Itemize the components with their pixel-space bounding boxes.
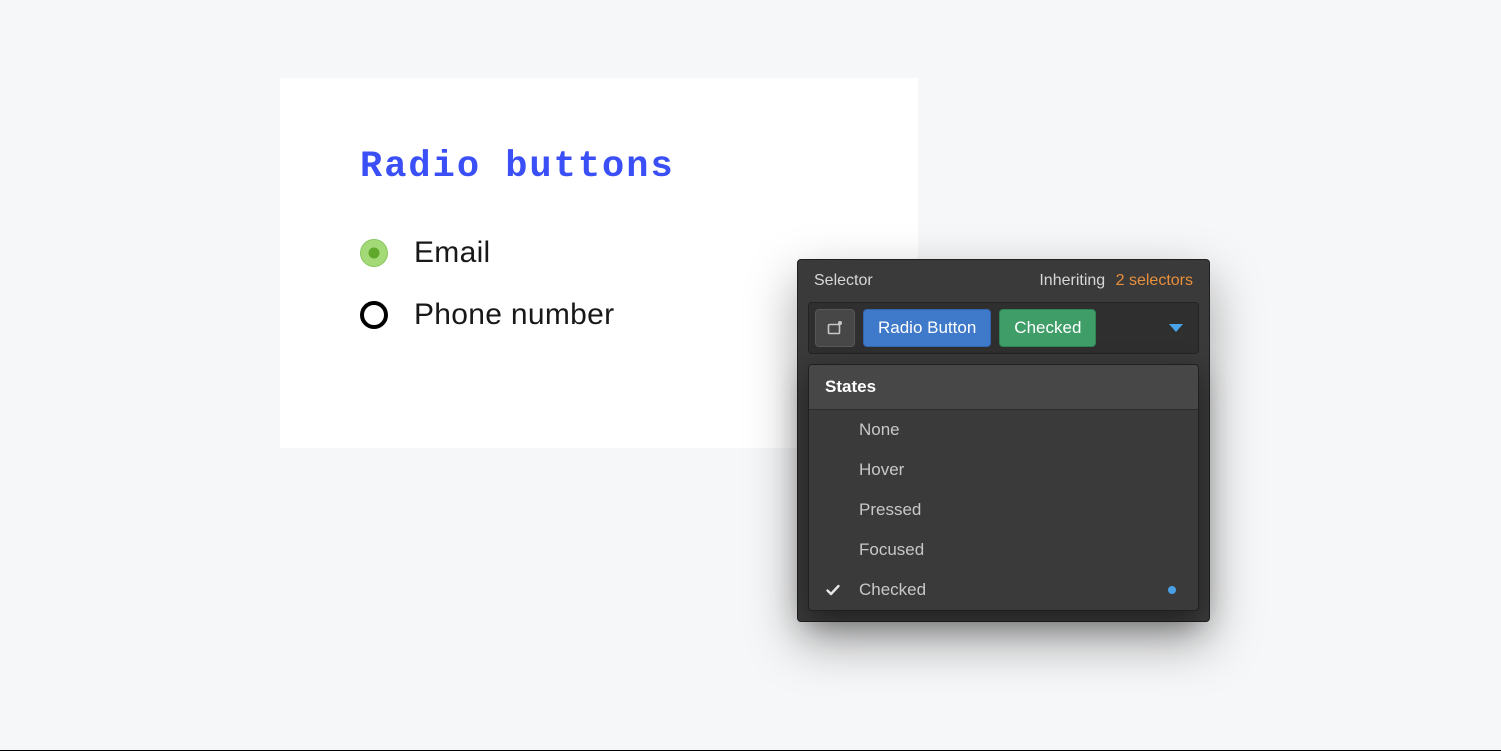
dot-slot xyxy=(1162,586,1182,594)
states-item-pressed[interactable]: Pressed xyxy=(809,490,1198,530)
states-item-focused[interactable]: Focused xyxy=(809,530,1198,570)
states-item-none[interactable]: None xyxy=(809,410,1198,450)
preview-title: Radio buttons xyxy=(360,146,838,188)
radio-option-phone-number[interactable]: Phone number xyxy=(360,298,838,332)
states-item-checked[interactable]: Checked xyxy=(809,570,1198,610)
check-slot xyxy=(825,582,859,598)
states-item-label: Focused xyxy=(859,540,1162,560)
chevron-down-icon xyxy=(1169,324,1183,332)
selector-target-button[interactable] xyxy=(815,309,855,347)
selector-row: Radio Button Checked xyxy=(808,302,1199,354)
radio-indicator-checked-icon xyxy=(360,239,388,267)
inheriting-count-link[interactable]: 2 selectors xyxy=(1116,272,1193,289)
inheriting-prefix: Inheriting xyxy=(1039,272,1105,289)
selector-label: Selector xyxy=(814,272,873,290)
states-item-hover[interactable]: Hover xyxy=(809,450,1198,490)
inheriting-label[interactable]: Inheriting 2 selectors xyxy=(1039,272,1193,290)
selector-panel-header: Selector Inheriting 2 selectors xyxy=(798,260,1209,302)
selector-dropdown-toggle[interactable] xyxy=(1160,309,1192,347)
radio-label: Phone number xyxy=(414,298,614,332)
selector-class-tag[interactable]: Radio Button xyxy=(863,309,991,347)
state-active-dot-icon xyxy=(1168,586,1176,594)
states-item-label: Checked xyxy=(859,580,1162,600)
selector-target-icon xyxy=(826,319,844,337)
radio-label: Email xyxy=(414,236,491,270)
radio-option-email[interactable]: Email xyxy=(360,236,838,270)
selector-panel: Selector Inheriting 2 selectors Radio Bu… xyxy=(797,259,1210,622)
states-item-label: None xyxy=(859,420,1162,440)
states-item-label: Pressed xyxy=(859,500,1162,520)
radio-indicator-unchecked-icon xyxy=(360,301,388,329)
states-item-label: Hover xyxy=(859,460,1162,480)
states-dropdown-title: States xyxy=(809,365,1198,410)
checkmark-icon xyxy=(825,582,841,598)
selector-state-tag[interactable]: Checked xyxy=(999,309,1096,347)
states-dropdown: States None Hover Pressed Focused xyxy=(808,364,1199,611)
